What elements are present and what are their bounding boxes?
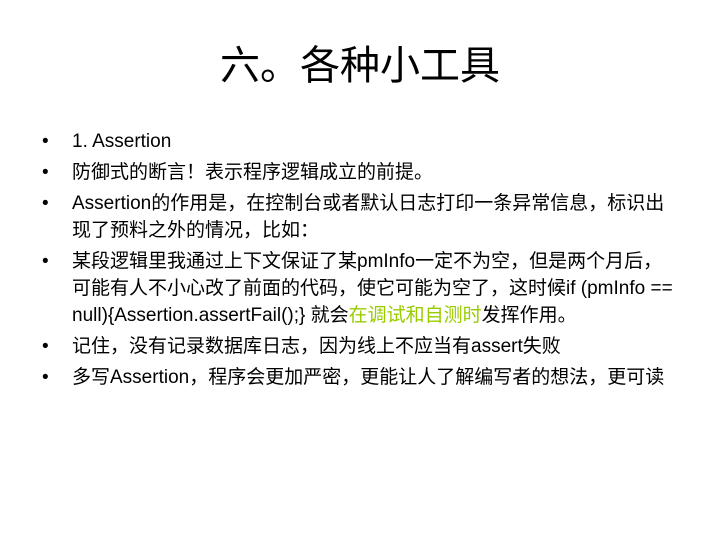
bullet-icon: • <box>42 367 49 388</box>
list-item: • 记住，没有记录数据库日志，因为线上不应当有assert失败 <box>40 333 680 360</box>
bullet-icon: • <box>42 162 49 183</box>
bullet-text-after: 发挥作用。 <box>481 305 577 326</box>
list-item: • 多写Assertion，程序会更加严密，更能让人了解编写者的想法，更可读 <box>40 364 680 391</box>
bullet-text: 记住，没有记录数据库日志，因为线上不应当有assert失败 <box>72 336 561 357</box>
slide-title: 六。各种小工具 <box>220 43 500 89</box>
bullet-icon: • <box>42 251 49 272</box>
list-item: • Assertion的作用是，在控制台或者默认日志打印一条异常信息，标识出现了… <box>40 190 680 244</box>
bullet-icon: • <box>42 193 49 214</box>
list-item: • 防御式的断言！表示程序逻辑成立的前提。 <box>40 159 680 186</box>
bullet-text: 1. Assertion <box>72 131 172 152</box>
list-item: • 某段逻辑里我通过上下文保证了某pmInfo一定不为空，但是两个月后，可能有人… <box>40 248 680 329</box>
bullet-icon: • <box>42 336 49 357</box>
bullet-list: • 1. Assertion • 防御式的断言！表示程序逻辑成立的前提。 • A… <box>40 128 680 395</box>
list-item: • 1. Assertion <box>40 128 680 155</box>
slide: 六。各种小工具 • 1. Assertion • 防御式的断言！表示程序逻辑成立… <box>0 0 720 540</box>
highlighted-text: 在调试和自测时 <box>348 305 482 326</box>
bullet-text: Assertion的作用是，在控制台或者默认日志打印一条异常信息，标识出现了预料… <box>72 193 665 241</box>
bullet-text: 防御式的断言！表示程序逻辑成立的前提。 <box>72 162 434 183</box>
bullet-text: 多写Assertion，程序会更加严密，更能让人了解编写者的想法，更可读 <box>72 367 665 388</box>
bullet-icon: • <box>42 131 49 152</box>
